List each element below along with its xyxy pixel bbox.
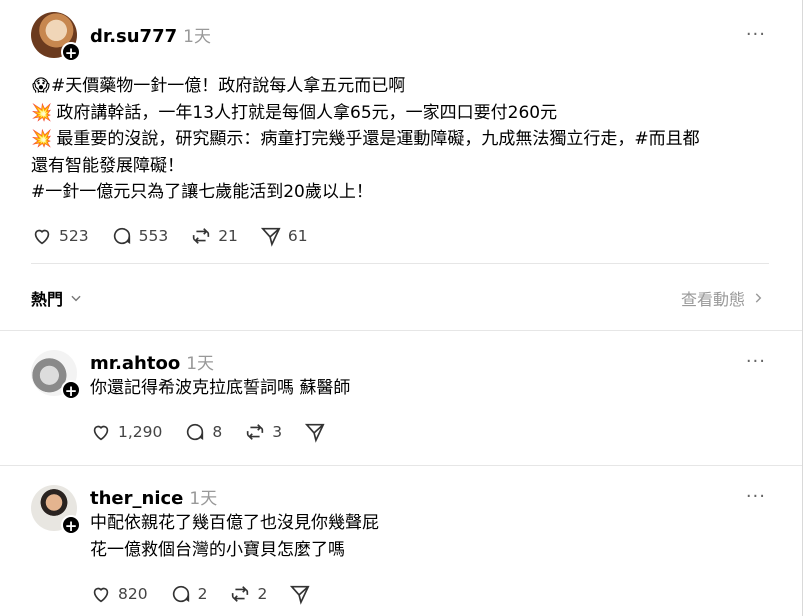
username[interactable]: mr.ahtoo [90,353,180,374]
divider [0,330,802,331]
collision-emoji-icon: 💥 [31,102,53,123]
post-time: 1天 [186,354,215,374]
repost-count: 21 [218,227,238,245]
post-actions: 820 2 2 [90,583,339,605]
sort-label: 熱門 [31,290,64,309]
share-button[interactable] [304,421,332,443]
comment-icon [172,585,189,603]
view-activity-label: 查看動態 [680,290,745,309]
reply-post: + ther_nice 1天 ··· 中配依親花了幾百億了也沒見你幾聲屁 花一億救… [0,473,802,616]
username[interactable]: ther_nice [90,488,183,509]
like-button[interactable]: 1,290 [90,421,162,443]
more-options-icon[interactable]: ··· [746,486,766,507]
post-time: 1天 [183,27,211,47]
repost-icon [232,586,249,602]
chevron-down-icon [71,295,81,302]
sort-dropdown[interactable]: 熱門 [31,286,83,310]
like-count: 820 [118,585,148,603]
like-count: 523 [59,227,89,245]
reply-line: 花一億救個台灣的小寶貝怎麼了嗎 [90,539,345,560]
collision-emoji-icon: 💥 [31,129,53,149]
like-button[interactable]: 523 [31,225,89,247]
share-count: 61 [287,227,308,245]
repost-button[interactable]: 21 [190,225,238,247]
send-icon [260,227,281,247]
comment-count: 553 [138,227,169,245]
post-time: 1天 [189,489,218,509]
avatar[interactable]: + [31,485,81,535]
comment-button[interactable]: 8 [184,421,222,443]
reply-post: + mr.ahtoo 1天 ··· 你還記得希波克拉底誓詞嗎 蘇醫師 1,290 … [0,338,802,465]
reply-line: 你還記得希波克拉底誓詞嗎 蘇醫師 [90,378,351,398]
comment-count: 8 [212,423,223,441]
send-icon [290,585,310,605]
post-body: 😱#天價藥物一針一億！政府說每人拿五元而已啊 💥 政府講幹話，一年13人打就是每… [31,73,700,206]
like-count: 1,290 [118,423,163,441]
share-button[interactable]: 61 [260,225,308,247]
reply-body: 中配依親花了幾百億了也沒見你幾聲屁 花一億救個台灣的小寶貝怎麼了嗎 [90,510,379,563]
post-line: 😱#天價藥物一針一億！政府說每人拿五元而已啊 [31,73,700,100]
repost-button[interactable]: 2 [229,583,267,605]
heart-icon [93,425,109,441]
reply-line: 中配依親花了幾百億了也沒見你幾聲屁 [90,513,379,533]
post-line: 💥 政府講幹話，一年13人打就是每個人拿65元，一家四口要付260元 [31,100,700,127]
post-line: 💥 最重要的沒說，研究顯示：病童打完幾乎還是運動障礙，九成無法獨立行走，#而且都 [31,126,700,153]
avatar[interactable]: + [31,12,81,62]
repost-icon [247,424,264,440]
post-actions: 523 553 21 61 [31,225,330,247]
send-icon [305,423,325,443]
post-actions: 1,290 8 3 [90,421,354,443]
scream-emoji-icon: 😱 [32,76,50,96]
share-button[interactable] [289,583,317,605]
repost-count: 2 [257,585,268,603]
heart-icon [93,587,109,603]
follow-plus-icon[interactable]: + [61,42,81,62]
view-activity-link[interactable]: 查看動態 [681,286,765,310]
follow-plus-icon[interactable]: + [61,380,81,400]
heart-icon [34,229,50,245]
like-button[interactable]: 820 [90,583,148,605]
username[interactable]: dr.su777 [90,26,177,47]
post-line: #一針一億元只為了讓七歲能活到20歲以上！ [31,182,373,202]
avatar[interactable]: + [31,350,81,400]
more-options-icon[interactable]: ··· [746,351,766,372]
divider [31,263,769,264]
comment-count: 2 [197,585,208,603]
repost-button[interactable]: 3 [244,421,282,443]
follow-plus-icon[interactable]: + [61,515,81,535]
main-post: + dr.su777 1天 ··· 😱#天價藥物一針一億！政府說每人拿五元而已啊 … [0,0,802,262]
comment-button[interactable]: 553 [111,225,169,247]
more-options-icon[interactable]: ··· [746,24,766,45]
comment-button[interactable]: 2 [170,583,208,605]
post-line: 還有智能發展障礙！ [31,155,184,176]
comment-icon [113,227,130,245]
repost-icon [193,228,210,244]
repost-count: 3 [272,423,283,441]
reply-body: 你還記得希波克拉底誓詞嗎 蘇醫師 [90,375,350,402]
divider [0,465,802,466]
chevron-right-icon [755,293,762,303]
comment-icon [187,423,204,441]
